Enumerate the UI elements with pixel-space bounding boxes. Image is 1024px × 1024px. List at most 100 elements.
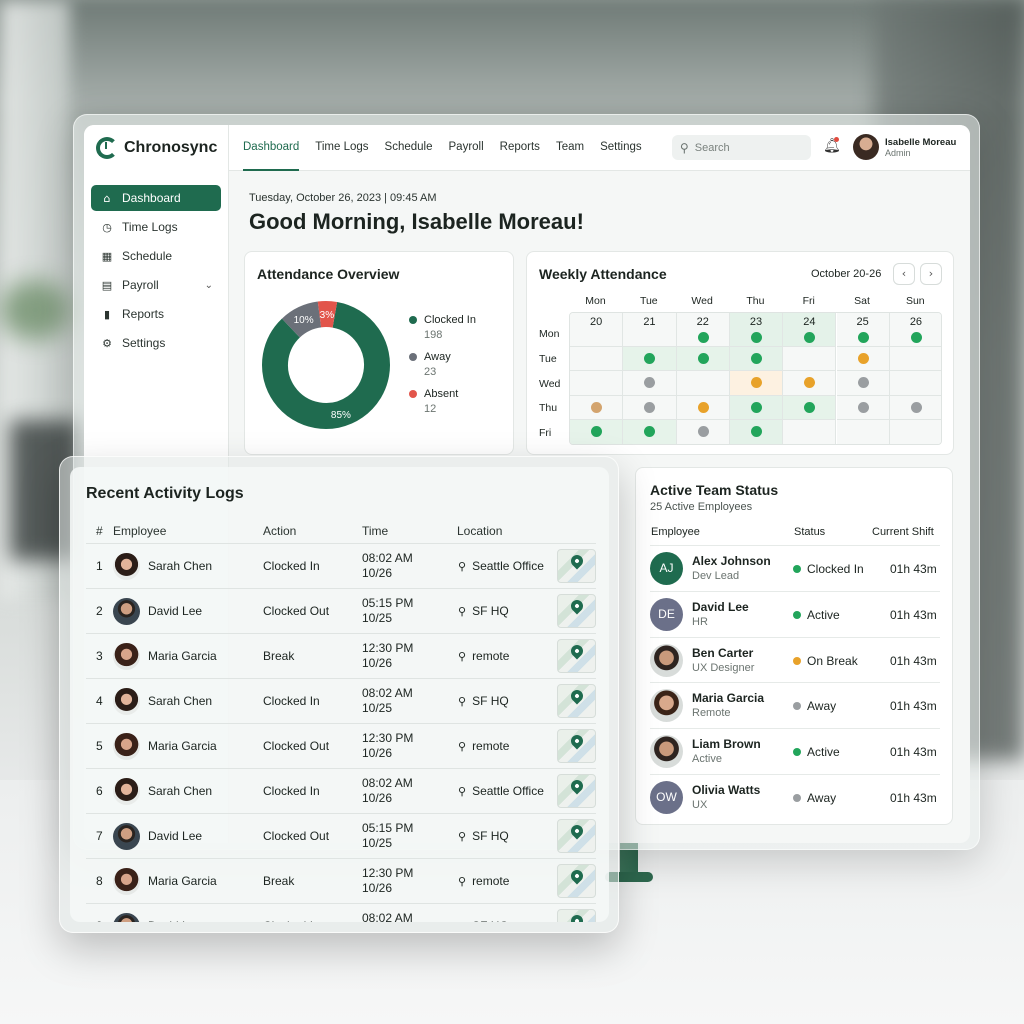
attendance-cell[interactable] [729,395,784,421]
attendance-cell[interactable] [623,371,677,396]
table-row[interactable]: 1 Sarah Chen Clocked In 08:02 AM 10/26 ⚲ Seatt… [86,543,596,588]
chevron-down-icon: ⌄ [204,279,213,291]
attendance-cell[interactable] [729,371,784,396]
date-cell[interactable]: 23 [729,313,784,347]
attendance-cell[interactable] [676,347,730,372]
time-cell: 08:02 AM 10/26 [362,551,413,581]
day-header-tue: Tue [639,295,658,307]
attendance-cell[interactable] [676,420,730,444]
date-number: 25 [856,316,869,328]
attendance-cell[interactable] [623,420,677,444]
sidebar-item-time-logs[interactable]: ◷ Time Logs [91,214,221,240]
map-thumbnail[interactable] [557,819,596,853]
table-row[interactable]: 3 Maria Garcia Break 12:30 PM 10/26 ⚲ remote [86,633,596,678]
location-cell: ⚲ remote [458,649,509,663]
attendance-cell[interactable] [783,395,837,421]
search-box[interactable]: ⚲ [672,135,811,160]
previous-week-button[interactable]: ‹ [893,263,915,285]
attendance-cell[interactable] [570,395,624,421]
map-thumbnail[interactable] [557,639,596,673]
team-header-shift: Current Shift [872,526,934,538]
team-row[interactable]: Liam Brown Active Active 01h 43m [650,728,940,774]
avatar [113,778,140,805]
tab-settings[interactable]: Settings [600,125,642,171]
sidebar-item-dashboard[interactable]: ⌂ Dashboard [91,185,221,211]
attendance-cell[interactable] [836,371,890,396]
sidebar-item-schedule[interactable]: ▦ Schedule [91,243,221,269]
status-dot [793,748,801,757]
team-header-employee: Employee [651,526,700,538]
current-shift: 01h 43m [890,607,937,622]
attendance-cell[interactable] [836,395,890,421]
tab-dashboard[interactable]: Dashboard [243,125,300,171]
tab-schedule[interactable]: Schedule [385,125,433,171]
attendance-cell[interactable] [570,371,624,396]
row-header-wed: Wed [539,377,561,390]
tab-time-logs[interactable]: Time Logs [315,125,368,171]
sidebar-item-payroll[interactable]: ▤ Payroll ⌄ [91,272,221,298]
attendance-cell[interactable] [783,371,837,396]
attendance-cell[interactable] [623,347,677,372]
team-row[interactable]: Ben Carter UX Designer On Break 01h 43m [650,636,940,683]
avatar [113,553,140,580]
sidebar-item-reports[interactable]: ▮ Reports [91,301,221,327]
map-thumbnail[interactable] [557,909,596,922]
date-cell[interactable]: 25 [836,313,890,347]
action-text: Clocked In [263,694,320,708]
weekly-attendance-card: Weekly Attendance October 20-26 ‹ › 20 21… [526,251,954,455]
map-thumbnail[interactable] [557,864,596,898]
attendance-cell[interactable] [836,420,890,444]
legend-item-absent: Absent 12 [409,388,476,415]
date-cell[interactable]: 20 [570,313,624,347]
attendance-cell[interactable] [623,395,677,421]
map-thumbnail[interactable] [557,549,596,583]
table-row[interactable]: 5 Maria Garcia Clocked Out 12:30 PM 10/26 ⚲ re… [86,723,596,768]
table-row[interactable]: 9 David Lee Clocked In 08:02 AM ⚲ SF HQ [86,903,596,922]
employee-name: David Lee [148,919,202,922]
date-cell[interactable]: 26 [889,313,941,347]
tab-team[interactable]: Team [556,125,584,171]
attendance-cell[interactable] [676,371,730,396]
attendance-cell[interactable] [783,347,837,372]
status-dot [793,794,801,802]
search-input[interactable] [694,141,795,154]
next-week-button[interactable]: › [920,263,942,285]
user-menu[interactable]: Isabelle Moreau Admin [853,134,956,160]
tab-reports[interactable]: Reports [500,125,540,171]
sidebar-item-settings[interactable]: ⚙ Settings [91,330,221,356]
attendance-cell[interactable] [836,347,890,372]
team-row[interactable]: Maria Garcia Remote Away 01h 43m [650,682,940,728]
user-role: Admin [885,147,911,158]
map-thumbnail[interactable] [557,729,596,763]
map-thumbnail[interactable] [557,774,596,808]
table-row[interactable]: 7 David Lee Clocked Out 05:15 PM 10/25 ⚲ SF HQ [86,813,596,858]
table-row[interactable]: 8 Maria Garcia Break 12:30 PM 10/26 ⚲ remote [86,858,596,903]
date-cell[interactable]: 22 [676,313,730,347]
attendance-cell[interactable] [729,420,784,444]
attendance-cell[interactable] [889,395,941,421]
map-pin-icon [568,777,586,795]
team-row[interactable]: OW Olivia Watts UX Away 01h 43m [650,774,940,820]
map-thumbnail[interactable] [557,594,596,628]
tab-payroll[interactable]: Payroll [449,125,484,171]
date-cell[interactable]: 21 [623,313,677,347]
attendance-cell[interactable] [676,395,730,421]
app-logo[interactable]: Chronosync [96,137,217,159]
table-row[interactable]: 2 David Lee Clocked Out 05:15 PM 10/25 ⚲ SF HQ [86,588,596,633]
team-row[interactable]: DE David Lee HR Active 01h 43m [650,590,940,637]
attendance-cell[interactable] [570,347,624,372]
attendance-cell[interactable] [889,371,941,396]
table-row[interactable]: 6 Sarah Chen Clocked In 08:02 AM 10/26 ⚲ Seatt… [86,768,596,813]
map-thumbnail[interactable] [557,684,596,718]
avatar [113,823,140,850]
attendance-cell[interactable] [570,420,624,444]
attendance-cell[interactable] [783,420,837,444]
attendance-cell[interactable] [729,347,784,372]
attendance-cell[interactable] [889,420,941,444]
status-text: Away [807,699,837,714]
legend-text: Absent [424,388,459,400]
table-row[interactable]: 4 Sarah Chen Clocked In 08:02 AM 10/25 ⚲ SF HQ [86,678,596,723]
date-cell[interactable]: 24 [783,313,837,347]
attendance-cell[interactable] [889,347,941,372]
team-row[interactable]: AJ Alex Johnson Dev Lead Clocked In 01h 43m [650,545,940,591]
